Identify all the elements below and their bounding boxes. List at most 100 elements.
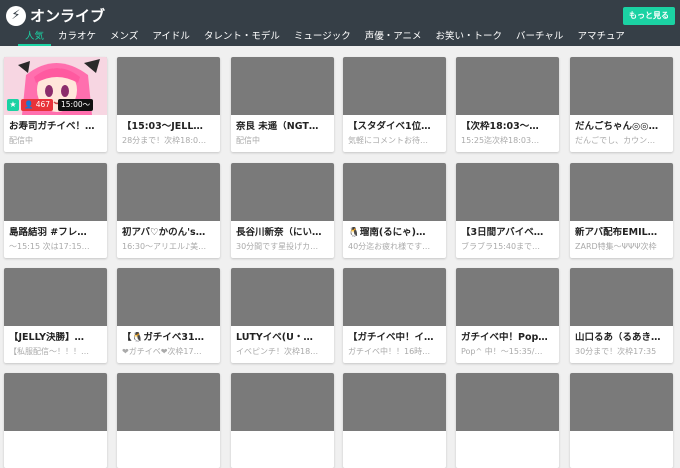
stream-subtitle: ガチイベ中！！16時… [348,347,431,356]
tab-8[interactable]: バーチャル [509,29,570,46]
stream-subtitle: 【私服配信〜！！！… [9,347,89,356]
stream-thumbnail[interactable] [117,373,220,431]
stream-title: 【次枠18:03〜… [461,121,539,132]
tab-7[interactable]: お笑い・トーク [429,29,510,46]
stream-subtitle: 30分間です星投げカ… [236,242,319,251]
tab-1[interactable]: カラオケ [51,29,103,46]
stream-card[interactable]: 【3日間アバイベ… ブラブラ15:40まで… [456,163,559,258]
stream-card[interactable] [4,373,107,468]
stream-thumbnail[interactable] [4,268,107,326]
stream-card[interactable]: 🐧瑠南(るにゃ)… 40分迄お疲れ様です… [343,163,446,258]
stream-thumbnail[interactable] [570,373,673,431]
stream-subtitle: 16:30〜アリエル♪美… [122,242,207,251]
stream-card[interactable] [117,373,220,468]
stream-title: 【スタダイベ1位… [348,121,431,132]
stream-thumbnail[interactable] [570,268,673,326]
stream-card[interactable]: ★ 👤 467 15:00〜 お寿司ガチイベ！… 配信中 [4,57,107,152]
stream-thumbnail[interactable] [343,57,446,115]
stream-subtitle: 15:25迄次枠18:03… [461,136,540,145]
stream-thumbnail[interactable] [343,268,446,326]
stream-title: 【ガチイベ中！イ… [348,332,434,343]
stream-card[interactable]: 【JELLY決勝】… 【私服配信〜！！！… [4,268,107,363]
stream-card[interactable]: だんごちゃん◎◎… だんごでし、カウン… [570,57,673,152]
viewer-icon: 👤 [24,100,34,109]
stream-thumbnail[interactable] [570,163,673,221]
stream-card[interactable]: 奈良 未遥（NGT… 配信中 [231,57,334,152]
stream-thumbnail[interactable] [456,57,559,115]
stream-title: 初アバ♡かのん's… [122,227,206,238]
stream-card[interactable]: 島路結羽 #フレ… 〜15:15 次は17:15… [4,163,107,258]
tab-0[interactable]: 人気 [18,29,52,46]
stream-card[interactable]: LUTYイベ(ᑌ・… イベピンチ！次枠18… [231,268,334,363]
stream-subtitle: 30分まで！次枠17:35 [575,347,657,356]
stream-thumbnail[interactable] [231,163,334,221]
stream-subtitle: ZARD特集〜ΨΨΨ次枠 [575,242,657,251]
stream-subtitle: Pop^ 中！〜15:35/… [461,347,543,356]
stream-subtitle: 配信中 [9,136,33,145]
stream-thumbnail[interactable] [117,163,220,221]
star-icon: ★ [7,99,19,111]
stream-title: 【🐧ガチイベ31… [122,332,205,343]
stream-title: LUTYイベ(ᑌ・… [236,332,313,343]
stream-subtitle: 28分まで！次枠18:0… [122,136,207,145]
bolt-logo-icon[interactable]: ⚡ [6,6,26,26]
stream-card[interactable]: 新アバ配布EMIL… ZARD特集〜ΨΨΨ次枠 [570,163,673,258]
tab-3[interactable]: アイドル [145,29,197,46]
viewer-count-badge: 👤 467 [21,99,54,111]
stream-thumbnail[interactable] [570,57,673,115]
stream-thumbnail[interactable] [343,373,446,431]
stream-thumbnail[interactable] [117,268,220,326]
stream-card[interactable]: 【15:03〜JELL… 28分まで！次枠18:0… [117,57,220,152]
stream-card[interactable] [570,373,673,468]
stream-card[interactable]: 【次枠18:03〜… 15:25迄次枠18:03… [456,57,559,152]
stream-subtitle: だんごでし、カウン… [575,136,656,145]
stream-thumbnail[interactable] [456,373,559,431]
stream-title: 長谷川新奈（にい… [236,227,322,238]
stream-title: だんごちゃん◎◎… [575,121,659,132]
stream-card[interactable]: 【🐧ガチイベ31… ❤ガチイベ❤次枠17… [117,268,220,363]
stream-title: 【JELLY決勝】… [9,332,85,343]
viewer-count: 467 [35,100,51,109]
stream-card[interactable]: 【スタダイベ1位… 気軽にコメントお待… [343,57,446,152]
start-time-badge: 15:00〜 [58,99,94,111]
tab-6[interactable]: 声優・アニメ [358,29,429,46]
stream-card[interactable]: 長谷川新奈（にい… 30分間です星投げカ… [231,163,334,258]
tab-9[interactable]: アマチュア [570,29,631,46]
stream-card[interactable]: 【ガチイベ中！イ… ガチイベ中！！16時… [343,268,446,363]
stream-title: 【3日間アバイベ… [461,227,544,238]
stream-thumbnail[interactable] [343,163,446,221]
stream-title: 島路結羽 #フレ… [9,227,87,238]
stream-thumbnail[interactable] [456,268,559,326]
stream-thumbnail[interactable] [231,268,334,326]
stream-thumbnail[interactable] [231,373,334,431]
tab-2[interactable]: メンズ [103,29,145,46]
top-header: ⚡ オンライブ もっと見る 人気 カラオケ メンズ アイドル タレント・モデル ミュージッ… [0,0,680,46]
more-button[interactable]: もっと見る [623,7,675,25]
stream-subtitle: 40分迄お疲れ様です… [348,242,431,251]
stream-title: 山口るあ（るあき… [575,332,661,343]
stream-thumbnail[interactable] [4,163,107,221]
stream-subtitle: 配信中 [236,136,260,145]
stream-card[interactable] [456,373,559,468]
stream-thumbnail[interactable] [231,57,334,115]
stream-card[interactable]: 初アバ♡かのん's… 16:30〜アリエル♪美… [117,163,220,258]
stream-thumbnail[interactable] [4,373,107,431]
tab-5[interactable]: ミュージック [287,29,358,46]
stream-card[interactable]: ガチイベ中！Pop… Pop^ 中！〜15:35/… [456,268,559,363]
stream-title: 🐧瑠南(るにゃ)… [348,227,426,238]
stream-thumbnail[interactable] [456,163,559,221]
stream-subtitle: 気軽にコメントお待… [348,136,428,145]
stream-subtitle: ブラブラ15:40まで… [461,242,541,251]
stream-subtitle: イベピンチ！次枠18… [236,347,319,356]
stream-subtitle: ❤ガチイベ❤次枠17… [122,347,202,356]
stream-title: ガチイベ中！Pop… [461,332,548,343]
stream-card[interactable] [231,373,334,468]
stream-title: お寿司ガチイベ！… [9,121,95,132]
stream-card[interactable] [343,373,446,468]
stream-thumbnail[interactable]: ★ 👤 467 15:00〜 [4,57,107,115]
app-title[interactable]: オンライブ [30,6,105,26]
stream-thumbnail[interactable] [117,57,220,115]
tab-4[interactable]: タレント・モデル [197,29,287,46]
stream-card[interactable]: 山口るあ（るあき… 30分まで！次枠17:35 [570,268,673,363]
category-tabs: 人気 カラオケ メンズ アイドル タレント・モデル ミュージック 声優・アニメ お笑い・トーク… [18,29,632,46]
